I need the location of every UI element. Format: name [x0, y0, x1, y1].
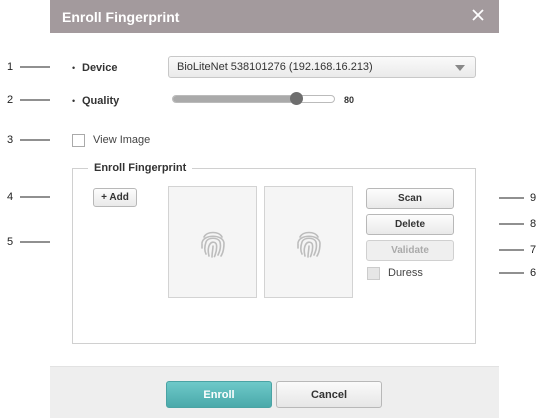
scan-button[interactable]: Scan	[366, 188, 454, 209]
duress-label: Duress	[388, 267, 423, 279]
delete-button[interactable]: Delete	[366, 214, 454, 235]
fingerprint-icon	[297, 231, 321, 258]
callout-number-5: 5	[7, 236, 14, 248]
quality-slider-handle[interactable]	[289, 92, 303, 105]
view-image-label: View Image	[93, 134, 151, 146]
callout-number-6: 6	[530, 267, 537, 279]
device-select-value: BioLiteNet 538101276 (192.168.16.213)	[177, 61, 373, 73]
dialog-title: Enroll Fingerprint	[62, 9, 180, 25]
dialog-footer	[50, 366, 499, 418]
close-icon[interactable]	[469, 6, 487, 24]
dialog-titlebar: Enroll Fingerprint	[50, 0, 499, 33]
callout-number-3: 3	[7, 134, 14, 146]
device-select[interactable]: BioLiteNet 538101276 (192.168.16.213)	[168, 56, 476, 78]
quality-slider[interactable]	[172, 95, 335, 103]
fingerprint-icon	[201, 231, 225, 258]
chevron-down-icon	[455, 65, 465, 71]
callout-number-1: 1	[7, 61, 14, 73]
validate-button[interactable]: Validate	[366, 240, 454, 261]
duress-checkbox[interactable]	[367, 267, 380, 280]
quality-value: 80	[344, 95, 355, 105]
required-bullet: •	[72, 96, 76, 106]
quality-slider-fill	[173, 96, 302, 102]
quality-label: Quality	[82, 95, 120, 107]
callout-number-8: 8	[530, 218, 537, 230]
enroll-button[interactable]: Enroll	[166, 381, 272, 408]
fingerprint-slot-1[interactable]	[168, 186, 257, 298]
device-label: Device	[82, 62, 118, 74]
callout-number-4: 4	[7, 191, 14, 203]
cancel-button[interactable]: Cancel	[276, 381, 382, 408]
fingerprint-slot-2[interactable]	[264, 186, 353, 298]
add-button[interactable]: + Add	[93, 188, 137, 207]
group-title: Enroll Fingerprint	[88, 162, 193, 174]
callout-number-7: 7	[530, 244, 537, 256]
callout-number-9: 9	[530, 192, 537, 204]
callout-number-2: 2	[7, 94, 14, 106]
view-image-checkbox[interactable]	[72, 134, 85, 147]
required-bullet: •	[72, 63, 76, 73]
